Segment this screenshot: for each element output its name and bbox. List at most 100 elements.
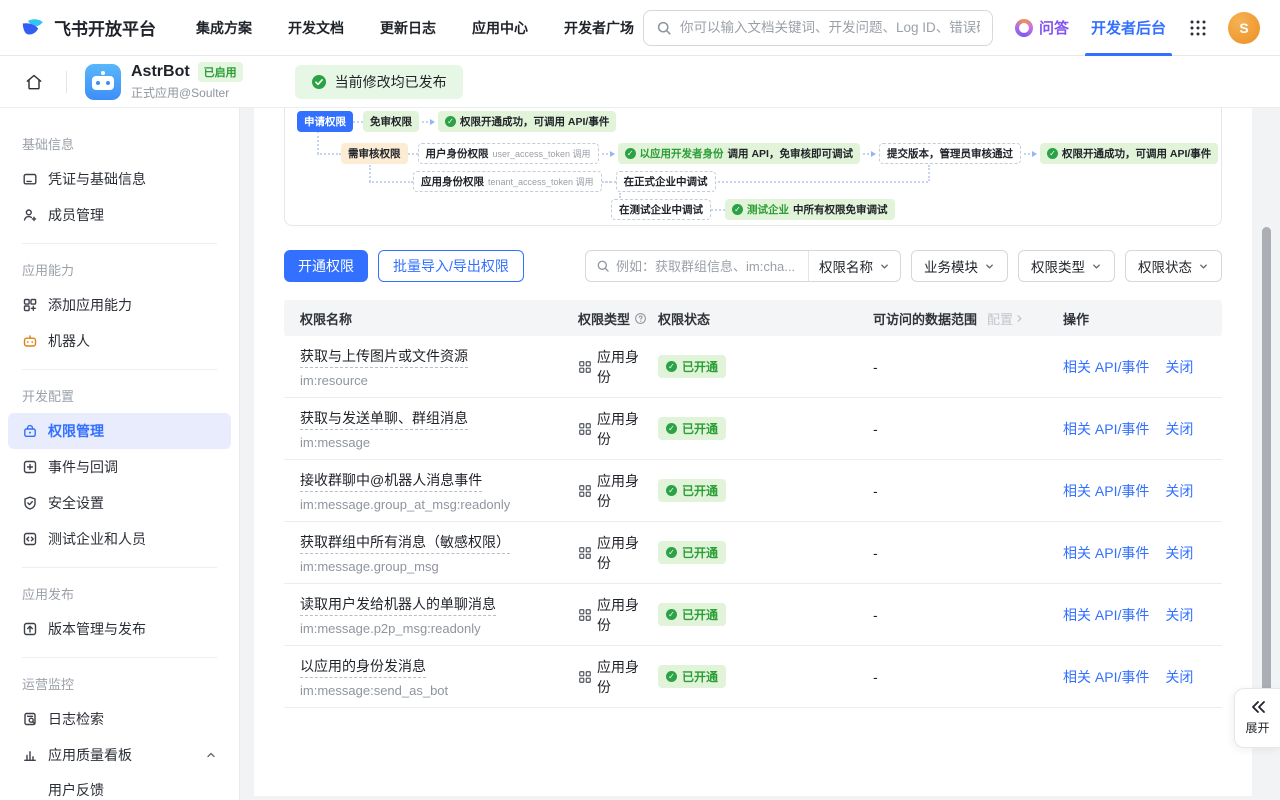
- close-permission-link[interactable]: 关闭: [1165, 481, 1193, 501]
- chevron-right-icon: [1014, 313, 1025, 324]
- sidebar-item-events[interactable]: 事件与回调: [8, 449, 231, 485]
- permission-table: 权限名称 权限类型 权限状态 可访问的数据范围: [284, 300, 1222, 708]
- section-label-dev-config: 开发配置: [22, 386, 217, 405]
- member-icon: [22, 207, 38, 223]
- table-row: 获取群组中所有消息（敏感权限） im:message.group_msg 应用身…: [284, 522, 1222, 584]
- permission-name[interactable]: 以应用的身份发消息: [300, 656, 426, 678]
- chevron-up-icon[interactable]: [205, 749, 217, 761]
- close-permission-link[interactable]: 关闭: [1165, 667, 1193, 687]
- log-search-icon: [22, 711, 38, 727]
- related-api-link[interactable]: 相关 API/事件: [1063, 667, 1149, 687]
- sidebar-item-log-search[interactable]: 日志检索: [8, 701, 231, 737]
- app-header: AstrBot 已启用 正式应用@Soulter 当前修改均已发布: [0, 56, 1280, 108]
- check-circle-icon: [311, 74, 327, 90]
- help-icon[interactable]: [634, 312, 647, 325]
- release-arrow-icon: [22, 621, 38, 637]
- related-api-link[interactable]: 相关 API/事件: [1063, 605, 1149, 625]
- qa-link[interactable]: 问答: [1015, 17, 1069, 38]
- flow-arrow-icon: [422, 119, 435, 125]
- chevron-down-icon: [1198, 261, 1209, 272]
- col-permission-name: 权限名称: [284, 309, 578, 328]
- sidebar-item-test-org[interactable]: 测试企业和人员: [8, 521, 231, 557]
- sidebar-subitem-user-feedback[interactable]: 用户反馈: [8, 773, 231, 800]
- sidebar-item-security[interactable]: 安全设置: [8, 485, 231, 521]
- table-row: 获取与发送单聊、群组消息 im:message 应用身份 ✓已开通 - 相关 A…: [284, 398, 1222, 460]
- permission-name[interactable]: 接收群聊中@机器人消息事件: [300, 470, 482, 492]
- permission-code: im:message.p2p_msg:readonly: [300, 621, 570, 636]
- flow-row-tenant: 应用身份权限tenant_access_token 调用 在正式企业中调试: [413, 171, 716, 192]
- sidebar-item-version-release[interactable]: 版本管理与发布: [8, 611, 231, 647]
- status-badge: ✓已开通: [658, 355, 726, 378]
- col-data-scope: 可访问的数据范围 配置: [873, 309, 1063, 328]
- app-identity-icon: [578, 484, 592, 498]
- tab-developer-console[interactable]: 开发者后台: [1091, 0, 1166, 56]
- app-identity-icon: [578, 670, 592, 684]
- expand-panel-tab[interactable]: 展开: [1234, 688, 1280, 748]
- bar-chart-icon: [22, 747, 38, 763]
- divider: [22, 657, 217, 658]
- check-icon: ✓: [666, 485, 677, 496]
- permission-name[interactable]: 获取群组中所有消息（敏感权限）: [300, 532, 510, 554]
- permission-name[interactable]: 获取与发送单聊、群组消息: [300, 408, 468, 430]
- related-api-link[interactable]: 相关 API/事件: [1063, 543, 1149, 563]
- permission-name[interactable]: 获取与上传图片或文件资源: [300, 346, 468, 368]
- flow-arrow-icon: [1024, 151, 1037, 157]
- related-api-link[interactable]: 相关 API/事件: [1063, 481, 1149, 501]
- scrollbar-thumb[interactable]: [1262, 227, 1271, 705]
- data-scope: -: [873, 359, 1063, 375]
- section-label-release: 应用发布: [22, 584, 217, 603]
- nav-item-solutions[interactable]: 集成方案: [196, 18, 252, 38]
- section-label-capability: 应用能力: [22, 260, 217, 279]
- divider: [66, 71, 67, 93]
- permission-code: im:resource: [300, 373, 570, 388]
- check-icon: ✓: [666, 671, 677, 682]
- apps-grid-icon[interactable]: [1188, 18, 1208, 38]
- global-search[interactable]: [643, 10, 993, 46]
- related-api-link[interactable]: 相关 API/事件: [1063, 357, 1149, 377]
- permission-type: 应用身份: [578, 533, 658, 573]
- nav-item-docs[interactable]: 开发文档: [288, 18, 344, 38]
- close-permission-link[interactable]: 关闭: [1165, 419, 1193, 439]
- nav-item-changelog[interactable]: 更新日志: [380, 18, 436, 38]
- filter-business-module[interactable]: 业务模块: [911, 250, 1008, 282]
- batch-import-export-button[interactable]: 批量导入/导出权限: [378, 250, 524, 282]
- sidebar-item-members[interactable]: 成员管理: [8, 197, 231, 233]
- status-badge: ✓已开通: [658, 603, 726, 626]
- sidebar-item-quality-dashboard[interactable]: 应用质量看板: [8, 737, 231, 773]
- permission-search-input[interactable]: [616, 259, 798, 274]
- sidebar-item-add-capability[interactable]: 添加应用能力: [8, 287, 231, 323]
- app-meta: AstrBot 已启用 正式应用@Soulter: [131, 62, 243, 101]
- chevron-down-icon: [984, 261, 995, 272]
- related-api-link[interactable]: 相关 API/事件: [1063, 419, 1149, 439]
- flow-ok-node: ✓ 权限开通成功，可调用 API/事件: [438, 111, 616, 132]
- sidebar-item-bot[interactable]: 机器人: [8, 323, 231, 359]
- data-scope: -: [873, 607, 1063, 623]
- filter-permission-status[interactable]: 权限状态: [1125, 250, 1222, 282]
- permission-toolbar: 开通权限 批量导入/导出权限 权限名称: [284, 250, 1222, 282]
- main-nav: 集成方案 开发文档 更新日志 应用中心 开发者广场: [196, 18, 634, 38]
- sidebar-item-permissions[interactable]: 权限管理: [8, 413, 231, 449]
- status-badge: ✓已开通: [658, 417, 726, 440]
- permission-name[interactable]: 读取用户发给机器人的单聊消息: [300, 594, 496, 616]
- global-search-input[interactable]: [680, 20, 980, 35]
- app-identity-icon: [578, 546, 592, 560]
- status-badge: ✓已开通: [658, 541, 726, 564]
- status-badge: ✓已开通: [658, 665, 726, 688]
- user-avatar[interactable]: S: [1228, 12, 1260, 44]
- active-tab-indicator: [1085, 53, 1172, 56]
- platform-title: 飞书开放平台: [54, 15, 156, 40]
- search-field-select[interactable]: 权限名称: [808, 251, 900, 281]
- divider: [22, 369, 217, 370]
- nav-item-app-center[interactable]: 应用中心: [472, 18, 528, 38]
- close-permission-link[interactable]: 关闭: [1165, 605, 1193, 625]
- robot-icon: [22, 333, 38, 349]
- sidebar-item-credentials[interactable]: 凭证与基础信息: [8, 161, 231, 197]
- platform-logo[interactable]: 飞书开放平台: [20, 15, 156, 41]
- close-permission-link[interactable]: 关闭: [1165, 357, 1193, 377]
- home-icon[interactable]: [20, 68, 48, 96]
- open-permission-button[interactable]: 开通权限: [284, 250, 368, 282]
- nav-item-dev-plaza[interactable]: 开发者广场: [564, 18, 634, 38]
- flow-test-free-node: ✓ 测试企业中所有权限免审调试: [725, 199, 895, 220]
- filter-permission-type[interactable]: 权限类型: [1018, 250, 1115, 282]
- close-permission-link[interactable]: 关闭: [1165, 543, 1193, 563]
